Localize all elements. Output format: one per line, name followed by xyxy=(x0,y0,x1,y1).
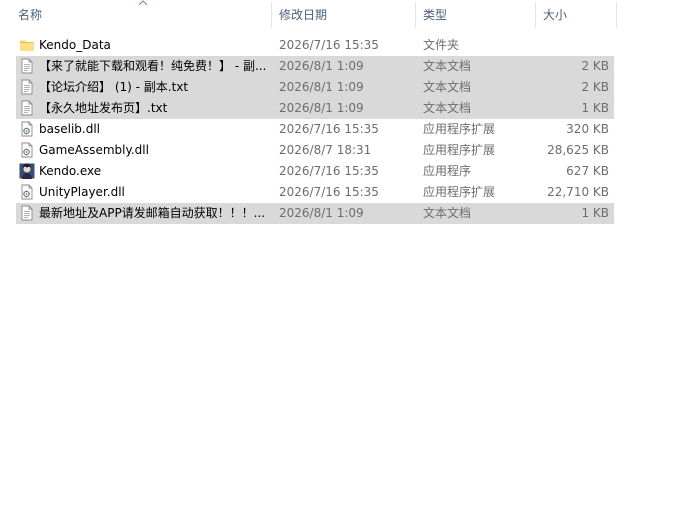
column-header-size-label: 大小 xyxy=(543,8,568,22)
file-type: 应用程序 xyxy=(423,164,472,178)
file-name: 【论坛介绍】 (1) - 副本.txt xyxy=(39,80,189,94)
file-type: 文件夹 xyxy=(423,38,460,52)
file-row[interactable]: Kendo.exe 2026/7/16 15:35 应用程序 627 KB xyxy=(16,161,614,182)
file-list: Kendo_Data 2026/7/16 15:35 文件夹 【来了就能下载和观… xyxy=(16,35,614,224)
file-name: 最新地址及APP请发邮箱自动获取！！！... xyxy=(39,206,266,220)
file-name: GameAssembly.dll xyxy=(39,143,149,157)
file-size: 2 KB xyxy=(581,80,609,94)
column-header-name-label: 名称 xyxy=(18,8,43,22)
file-row[interactable]: GameAssembly.dll 2026/8/7 18:31 应用程序扩展 2… xyxy=(16,140,614,161)
column-header-type-label: 类型 xyxy=(423,8,448,22)
column-header-type[interactable]: 类型 xyxy=(416,0,536,30)
file-row[interactable]: 【来了就能下载和观看！纯免费！】 - 副... 2026/8/1 1:09 文本… xyxy=(16,56,614,77)
file-date: 2026/8/1 1:09 xyxy=(279,101,364,115)
file-type: 文本文档 xyxy=(423,59,472,73)
dll-file-icon xyxy=(19,121,35,137)
file-type: 文本文档 xyxy=(423,101,472,115)
dll-file-icon xyxy=(19,142,35,158)
file-date: 2026/8/1 1:09 xyxy=(279,206,364,220)
text-file-icon xyxy=(19,79,35,95)
file-name: Kendo.exe xyxy=(39,164,102,178)
column-header-date[interactable]: 修改日期 xyxy=(272,0,416,30)
file-size: 22,710 KB xyxy=(547,185,609,199)
file-size: 1 KB xyxy=(581,206,609,220)
file-name: 【永久地址发布页】.txt xyxy=(39,101,168,115)
file-size: 2 KB xyxy=(581,59,609,73)
column-header-bar: 名称 修改日期 类型 大小 xyxy=(0,0,686,30)
text-file-icon xyxy=(19,58,35,74)
file-row[interactable]: UnityPlayer.dll 2026/7/16 15:35 应用程序扩展 2… xyxy=(16,182,614,203)
file-row[interactable]: 【永久地址发布页】.txt 2026/8/1 1:09 文本文档 1 KB xyxy=(16,98,614,119)
file-type: 文本文档 xyxy=(423,206,472,220)
file-date: 2026/7/16 15:35 xyxy=(279,164,379,178)
column-header-size[interactable]: 大小 xyxy=(536,0,617,30)
sort-ascending-icon xyxy=(138,0,148,6)
file-size: 627 KB xyxy=(566,164,609,178)
column-resize-handle[interactable] xyxy=(616,2,617,28)
file-type: 应用程序扩展 xyxy=(423,122,496,136)
file-date: 2026/7/16 15:35 xyxy=(279,122,379,136)
file-date: 2026/8/1 1:09 xyxy=(279,80,364,94)
file-type: 应用程序扩展 xyxy=(423,143,496,157)
file-date: 2026/7/16 15:35 xyxy=(279,185,379,199)
text-file-icon xyxy=(19,100,35,116)
file-date: 2026/8/1 1:09 xyxy=(279,59,364,73)
file-row[interactable]: Kendo_Data 2026/7/16 15:35 文件夹 xyxy=(16,35,614,56)
file-size: 320 KB xyxy=(566,122,609,136)
file-name: UnityPlayer.dll xyxy=(39,185,125,199)
file-type: 应用程序扩展 xyxy=(423,185,496,199)
dll-file-icon xyxy=(19,184,35,200)
file-size: 1 KB xyxy=(581,101,609,115)
column-header-date-label: 修改日期 xyxy=(279,8,328,22)
file-date: 2026/7/16 15:35 xyxy=(279,38,379,52)
column-header-name[interactable]: 名称 xyxy=(0,0,272,30)
app-exe-icon xyxy=(19,163,35,179)
folder-icon xyxy=(19,37,35,53)
file-date: 2026/8/7 18:31 xyxy=(279,143,372,157)
text-file-icon xyxy=(19,205,35,221)
file-name: Kendo_Data xyxy=(39,38,111,52)
file-row[interactable]: baselib.dll 2026/7/16 15:35 应用程序扩展 320 K… xyxy=(16,119,614,140)
file-size: 28,625 KB xyxy=(547,143,609,157)
file-row[interactable]: 最新地址及APP请发邮箱自动获取！！！... 2026/8/1 1:09 文本文… xyxy=(16,203,614,224)
file-name: baselib.dll xyxy=(39,122,100,136)
file-row[interactable]: 【论坛介绍】 (1) - 副本.txt 2026/8/1 1:09 文本文档 2… xyxy=(16,77,614,98)
file-name: 【来了就能下载和观看！纯免费！】 - 副... xyxy=(39,59,267,73)
file-size xyxy=(536,35,609,56)
file-type: 文本文档 xyxy=(423,80,472,94)
